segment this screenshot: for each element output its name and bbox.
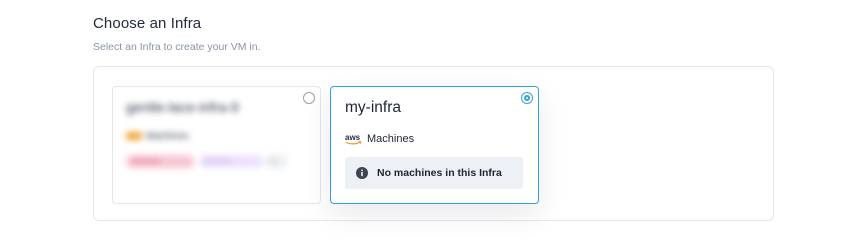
- infra-card-my-infra[interactable]: my-infra aws Machines No machines in thi…: [330, 86, 539, 204]
- tag-badge: xx-xx-xx: [199, 155, 263, 168]
- notice-text: No machines in this Infra: [377, 167, 502, 179]
- infra-card-blurred[interactable]: gentle-lace-infra-9 Machines xxxxxxxx xx…: [112, 86, 321, 204]
- provider-row: aws Machines: [345, 132, 414, 146]
- section-title: Choose an Infra: [93, 15, 202, 32]
- info-circle-icon: [356, 167, 368, 179]
- provider-label: Machines: [146, 131, 189, 142]
- radio-unselected[interactable]: [303, 92, 315, 104]
- provider-label: Machines: [367, 133, 415, 145]
- infra-options-panel: gentle-lace-infra-9 Machines xxxxxxxx xx…: [93, 66, 774, 221]
- aws-logo-text: aws: [345, 133, 361, 142]
- aws-logo-icon: [126, 132, 142, 141]
- empty-machines-notice: No machines in this Infra: [345, 157, 523, 189]
- tag-badge: xxxxxxxx: [126, 155, 194, 168]
- infra-name: my-infra: [345, 99, 401, 116]
- radio-selected[interactable]: [521, 92, 533, 104]
- section-subtitle: Select an Infra to create your VM in.: [93, 41, 261, 53]
- provider-row: Machines: [126, 131, 189, 142]
- aws-logo-icon: aws: [345, 133, 362, 145]
- infra-name: gentle-lace-infra-9: [126, 99, 239, 115]
- tag-badge: x: [265, 155, 287, 168]
- blurred-content: gentle-lace-infra-9 Machines xxxxxxxx xx…: [113, 87, 320, 203]
